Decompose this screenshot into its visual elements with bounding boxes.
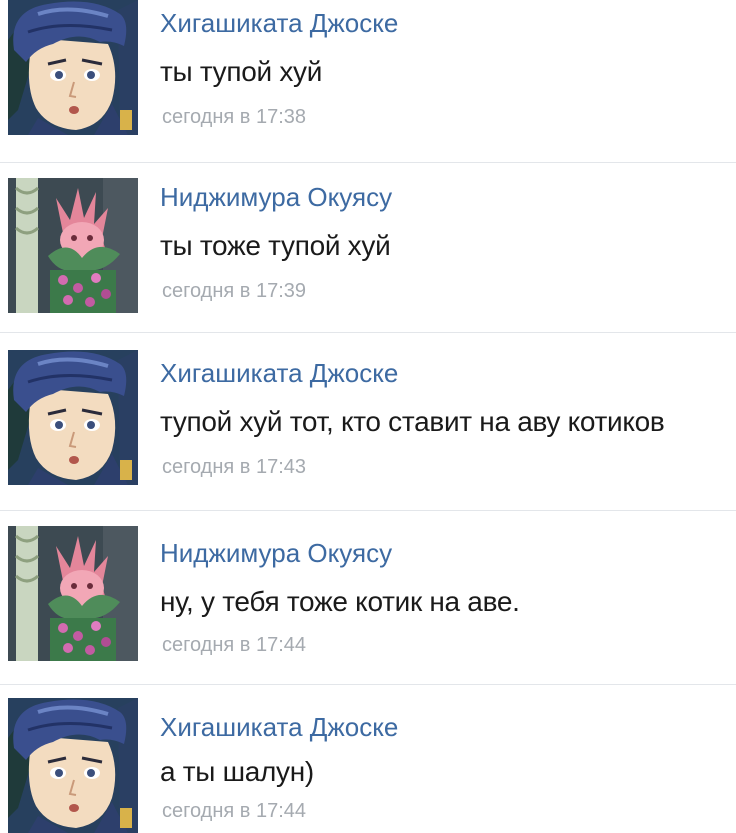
message-text: ну, у тебя тоже котик на аве. [160, 586, 520, 617]
message-text: тупой хуй тот, кто ставит на аву котиков [160, 406, 665, 437]
message-feed: Хигашиката Джоске ты тупой хуй сегодня в… [0, 0, 736, 826]
message-time[interactable]: сегодня в 17:38 [162, 106, 306, 129]
message-text: а ты шалун) [160, 756, 314, 787]
message-time[interactable]: сегодня в 17:39 [162, 280, 306, 303]
josuke-avatar[interactable] [8, 350, 138, 485]
josuke-avatar[interactable] [8, 698, 138, 833]
cat-plant-avatar[interactable] [8, 178, 138, 313]
message-author[interactable]: Ниджимура Окуясу [160, 182, 392, 213]
message-author[interactable]: Хигашиката Джоске [160, 712, 398, 743]
message-time[interactable]: сегодня в 17:43 [162, 456, 306, 479]
josuke-avatar[interactable] [8, 0, 138, 135]
cat-plant-avatar[interactable] [8, 526, 138, 661]
message-author[interactable]: Ниджимура Окуясу [160, 538, 392, 569]
message-text: ты тоже тупой хуй [160, 230, 391, 261]
message-text: ты тупой хуй [160, 56, 323, 87]
message-author[interactable]: Хигашиката Джоске [160, 358, 398, 389]
message-author[interactable]: Хигашиката Джоске [160, 8, 398, 39]
message-time[interactable]: сегодня в 17:44 [162, 800, 306, 823]
message-time[interactable]: сегодня в 17:44 [162, 634, 306, 657]
